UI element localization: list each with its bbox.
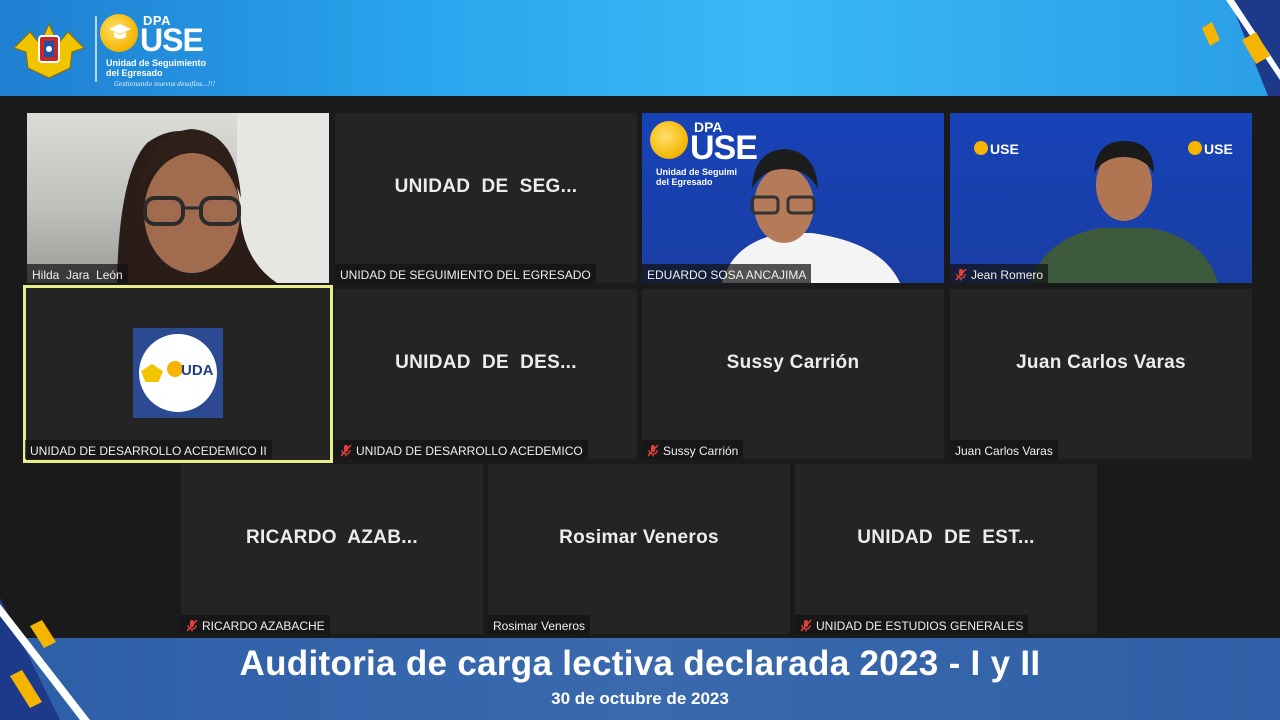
- person-silhouette-icon: [117, 113, 329, 283]
- participant-tile-rosimar[interactable]: Rosimar Veneros Rosimar Veneros: [488, 464, 790, 634]
- participant-name-label: RICARDO AZABACHE: [181, 615, 330, 634]
- event-date: 30 de octubre de 2023: [551, 689, 729, 708]
- participant-tile-eduardo[interactable]: DPA USE Unidad de Seguimi del Egresado E…: [642, 113, 944, 283]
- footer-banner: Auditoria de carga lectiva declarada 202…: [0, 638, 1280, 720]
- university-crest-icon: [13, 22, 85, 79]
- participant-name-label: UNIDAD DE SEGUIMIENTO DEL EGRESADO: [335, 264, 596, 283]
- participant-display-name: RICARDO AZAB...: [246, 527, 418, 548]
- uda-logo-frame: UDA: [133, 328, 223, 418]
- participant-name-label: UNIDAD DE DESARROLLO ACEDEMICO II: [25, 440, 272, 459]
- header-banner: DPA USE Unidad de Seguimiento del Egresa…: [0, 0, 1280, 96]
- participant-name-label: EDUARDO SOSA ANCAJIMA: [642, 264, 812, 283]
- participant-tile-sussy[interactable]: Sussy Carrión Sussy Carrión: [642, 289, 944, 459]
- person-silhouette-icon: [1030, 141, 1218, 283]
- participant-name-label: Jean Romero: [950, 264, 1049, 283]
- person-silhouette-icon: [722, 149, 900, 283]
- muted-mic-icon: [186, 619, 198, 632]
- participant-tile-uda-ii[interactable]: UDA UNIDAD DE DESARROLLO ACEDEMICO II: [23, 285, 333, 463]
- participant-tile-unidad-desarrollo[interactable]: UNIDAD DE DES... UNIDAD DE DESARROLLO AC…: [335, 289, 637, 459]
- participant-display-name: Juan Carlos Varas: [1016, 352, 1186, 373]
- participant-name-label: Rosimar Veneros: [488, 615, 591, 634]
- participant-tile-jean-romero[interactable]: USE USE Jean Romero: [950, 113, 1252, 283]
- participant-tile-hilda[interactable]: Hilda Jara León: [27, 113, 329, 283]
- participant-name-label: UNIDAD DE ESTUDIOS GENERALES: [795, 615, 1029, 634]
- participant-display-name: UNIDAD DE DES...: [395, 352, 577, 373]
- uda-logo-text: UDA: [181, 362, 214, 379]
- muted-mic-icon: [340, 444, 352, 457]
- logo-subtitle: Unidad de Seguimiento del Egresado: [106, 58, 226, 78]
- logo-use-text: USE: [140, 22, 204, 58]
- participant-name-label: Hilda Jara León: [27, 264, 128, 283]
- participant-name-label: Juan Carlos Varas: [950, 440, 1058, 459]
- graduation-cap-icon: [109, 24, 131, 39]
- logo-divider: [95, 16, 97, 82]
- muted-mic-icon: [955, 268, 967, 281]
- participant-tile-unidad-estudios[interactable]: UNIDAD DE EST... UNIDAD DE ESTUDIOS GENE…: [795, 464, 1097, 634]
- participant-tile-unidad-seguimiento[interactable]: UNIDAD DE SEG... UNIDAD DE SEGUIMIENTO D…: [335, 113, 637, 283]
- participant-display-name: Sussy Carrión: [726, 352, 860, 373]
- participant-name-label: Sussy Carrión: [642, 440, 744, 459]
- logo-subtitle-line2: del Egresado: [106, 68, 163, 78]
- muted-mic-icon: [647, 444, 659, 457]
- video-feed: [27, 113, 329, 283]
- muted-mic-icon: [800, 619, 812, 632]
- logo-tagline: Gestionando nuevos desafíos...!!!: [114, 81, 216, 88]
- participant-tile-ricardo[interactable]: RICARDO AZAB... RICARDO AZABACHE: [181, 464, 483, 634]
- participant-tile-juan-carlos[interactable]: Juan Carlos Varas Juan Carlos Varas: [950, 289, 1252, 459]
- participant-display-name: UNIDAD DE SEG...: [394, 176, 578, 197]
- logo-subtitle-line1: Unidad de Seguimiento: [106, 58, 207, 68]
- participant-name-label: UNIDAD DE DESARROLLO ACEDEMICO: [335, 440, 588, 459]
- header-corner-decoration: [1202, 0, 1280, 96]
- footer-corner-decoration: [0, 598, 90, 720]
- participant-display-name: UNIDAD DE EST...: [857, 527, 1035, 548]
- event-title: Auditoria de carga lectiva declarada 202…: [239, 644, 1041, 683]
- participant-display-name: Rosimar Veneros: [559, 527, 719, 548]
